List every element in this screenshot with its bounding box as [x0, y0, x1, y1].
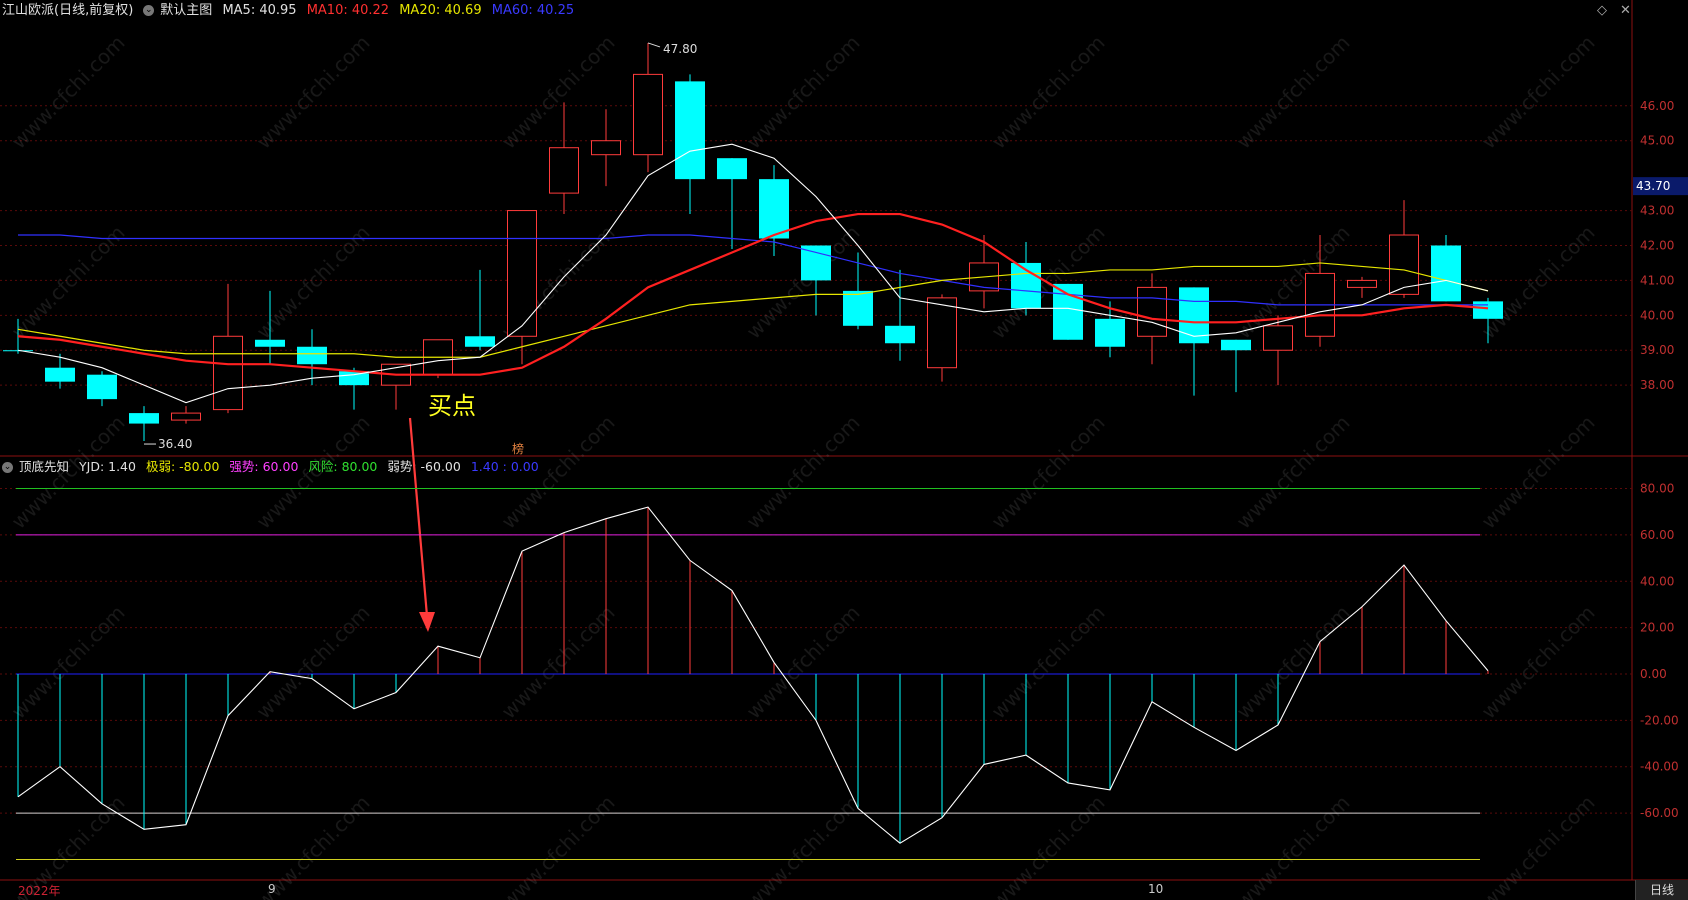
yjd-tick-label: 0.00 [1640, 667, 1667, 681]
yjd-tick-label: 40.00 [1640, 574, 1674, 588]
high-price-label: 47.80 [663, 42, 697, 56]
candle-body [885, 325, 915, 344]
watermark-text: www.cfchi.com [987, 411, 1110, 534]
candle-body [45, 367, 75, 382]
buy-arrow-shaft [408, 417, 429, 617]
watermark-text: www.cfchi.com [742, 601, 865, 724]
month-sep-label: 9 [268, 882, 276, 896]
candle-body [255, 339, 285, 347]
buy-point-label: 买点 [428, 392, 476, 420]
watermark-text: www.cfchi.com [497, 31, 620, 154]
watermark-text: www.cfchi.com [252, 31, 375, 154]
watermark-text: www.cfchi.com [987, 791, 1110, 900]
watermark-text: www.cfchi.com [1477, 411, 1600, 534]
watermark-text: www.cfchi.com [987, 31, 1110, 154]
high-pointer [647, 42, 661, 48]
candle-body [1473, 301, 1503, 319]
watermark-text: www.cfchi.com [1232, 221, 1355, 344]
stock-chart[interactable]: www.cfchi.com www.cfchi.com www.cfchi.com w… [0, 0, 1688, 900]
price-tick-label: 40.00 [1640, 308, 1674, 322]
period-tab[interactable]: 日线 [1635, 880, 1688, 900]
price-tick-label: 42.00 [1640, 238, 1674, 252]
watermark-text: www.cfchi.com [497, 411, 620, 534]
watermark: www.cfchi.com www.cfchi.com www.cfchi.com w… [7, 31, 1600, 900]
watermark-text: www.cfchi.com [987, 601, 1110, 724]
low-price-label: 36.40 [158, 437, 192, 451]
month-oct-label: 10 [1148, 882, 1164, 896]
watermark-text: www.cfchi.com [1477, 31, 1600, 154]
candle-body [675, 81, 705, 180]
watermark-text: www.cfchi.com [742, 791, 865, 900]
candle-body [843, 290, 873, 326]
candle-body [549, 147, 579, 194]
candle-body [633, 73, 663, 156]
watermark-text: www.cfchi.com [1477, 221, 1600, 344]
yjd-tick-label: 80.00 [1640, 482, 1674, 496]
candle-body [1221, 339, 1251, 351]
candle-body [1095, 318, 1125, 347]
watermark-text: www.cfchi.com [1477, 791, 1600, 900]
watermark-text: www.cfchi.com [7, 31, 130, 154]
candle-body [927, 297, 957, 369]
watermark-text: www.cfchi.com [497, 601, 620, 724]
candle-body [1347, 279, 1377, 288]
candle-body [1431, 245, 1461, 302]
buy-arrow-head [419, 612, 435, 632]
candle-body [507, 210, 537, 337]
price-tick-label: 38.00 [1640, 378, 1674, 392]
current-price-label: 43.70 [1636, 179, 1670, 193]
price-tick-label: 45.00 [1640, 134, 1674, 148]
year-label: 2022年 [18, 884, 61, 898]
watermark-text: www.cfchi.com [1232, 791, 1355, 900]
candle-body [297, 346, 327, 365]
price-tick-label: 43.00 [1640, 204, 1674, 218]
watermark-text: www.cfchi.com [252, 411, 375, 534]
watermark-text: www.cfchi.com [252, 601, 375, 724]
candle-body [465, 336, 495, 347]
candle-body [87, 374, 117, 400]
yjd-tick-label: -20.00 [1640, 713, 1679, 727]
price-tick-label: 39.00 [1640, 343, 1674, 357]
watermark-text: www.cfchi.com [1477, 601, 1600, 724]
watermark-text: www.cfchi.com [742, 31, 865, 154]
yjd-tick-label: -40.00 [1640, 760, 1679, 774]
watermark-text: www.cfchi.com [7, 601, 130, 724]
yjd-tick-label: 20.00 [1640, 621, 1674, 635]
watermark-text: www.cfchi.com [1232, 601, 1355, 724]
candle-body [213, 335, 243, 411]
candle-body [1053, 283, 1083, 340]
watermark-text: www.cfchi.com [1232, 411, 1355, 534]
candle-body [591, 140, 621, 156]
price-tick-label: 46.00 [1640, 99, 1674, 113]
candle-body [717, 158, 747, 180]
candle-body [1137, 286, 1167, 337]
bang-label: 榜 [512, 441, 524, 456]
yjd-tick-label: -60.00 [1640, 806, 1679, 820]
watermark-text: www.cfchi.com [742, 411, 865, 534]
candle-body [171, 412, 201, 421]
candle-body [1263, 325, 1293, 351]
yjd-tick-label: 60.00 [1640, 528, 1674, 542]
watermark-text: www.cfchi.com [1232, 31, 1355, 154]
watermark-text: www.cfchi.com [497, 791, 620, 900]
price-tick-label: 41.00 [1640, 273, 1674, 287]
candle-body [129, 413, 159, 424]
candle-body [759, 179, 789, 239]
watermark-text: www.cfchi.com [7, 411, 130, 534]
candle-body [801, 245, 831, 281]
